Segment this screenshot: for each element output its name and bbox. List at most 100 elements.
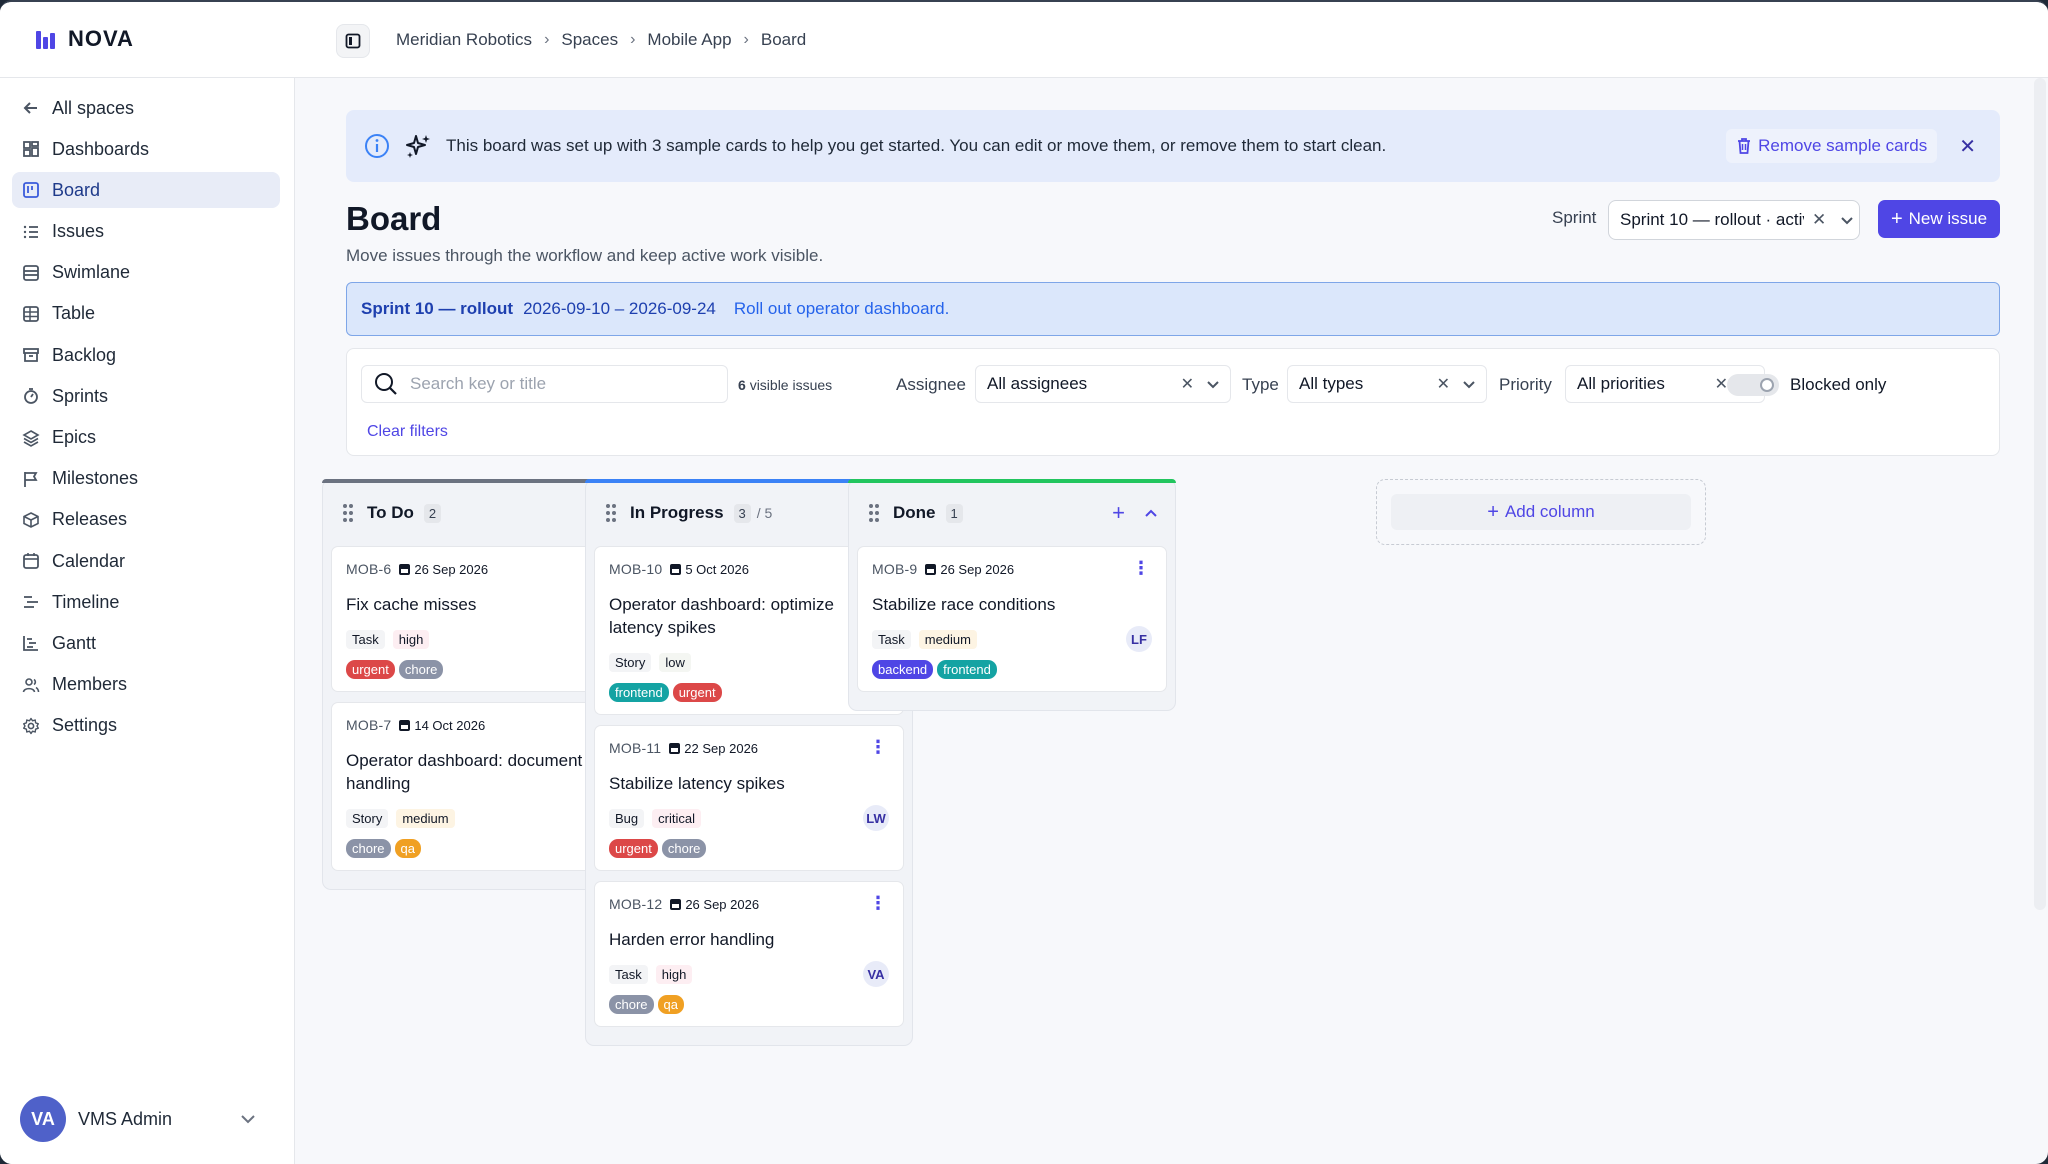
type-filter-select[interactable]: All types ✕ xyxy=(1287,365,1487,403)
sidebar: All spaces Dashboards Board Issues Swimlane T… xyxy=(0,78,295,1164)
gear-icon xyxy=(22,717,40,735)
issue-card[interactable]: MOB-11 22 Sep 2026 ⋮ Stabilize latency spik… xyxy=(594,725,904,871)
table-icon xyxy=(22,305,40,323)
drag-handle-icon[interactable] xyxy=(604,502,618,524)
label-list: urgent chore xyxy=(609,839,889,858)
sidebar-item-sprints[interactable]: Sprints xyxy=(12,378,280,414)
sidebar-item-all-spaces[interactable]: All spaces xyxy=(12,90,280,126)
package-icon xyxy=(22,511,40,529)
page-title: Board xyxy=(346,200,442,237)
chevron-down-icon[interactable] xyxy=(1840,213,1854,227)
due-date: 26 Sep 2026 xyxy=(670,897,759,912)
visible-count-number: 6 xyxy=(738,377,746,393)
close-icon[interactable]: ✕ xyxy=(1959,134,1976,159)
sidebar-item-table[interactable]: Table xyxy=(12,296,280,332)
sidebar-item-timeline[interactable]: Timeline xyxy=(12,584,280,620)
main-content: This board was set up with 3 sample card… xyxy=(296,78,2036,1164)
breadcrumb-item-space[interactable]: Mobile App xyxy=(647,30,731,50)
new-issue-button[interactable]: + New issue xyxy=(1878,200,2000,238)
column-title: Done xyxy=(893,503,936,522)
issue-key: MOB-12 xyxy=(609,896,663,912)
user-name: VMS Admin xyxy=(78,1108,173,1129)
label-chip: urgent xyxy=(672,683,722,702)
add-card-icon[interactable]: + xyxy=(1112,500,1125,526)
drag-handle-icon[interactable] xyxy=(867,502,881,524)
collapse-chevron-up-icon[interactable] xyxy=(1143,500,1159,526)
blocked-only-label: Blocked only xyxy=(1790,375,1887,394)
brand[interactable]: NOVA xyxy=(34,26,134,52)
search-input[interactable] xyxy=(410,374,710,394)
avatar: VA xyxy=(20,1096,66,1142)
sprint-dates: 2026-09-10 – 2026-09-24 xyxy=(523,299,716,318)
column-count: 3 xyxy=(733,503,751,523)
sprint-select[interactable]: Sprint 10 — rollout · active ✕ xyxy=(1608,200,1860,240)
plus-icon: + xyxy=(1487,501,1499,523)
sidebar-item-gantt[interactable]: Gantt xyxy=(12,625,280,661)
more-vertical-icon[interactable]: ⋮ xyxy=(1132,559,1150,577)
clear-icon[interactable]: ✕ xyxy=(1181,374,1194,394)
sidebar-item-members[interactable]: Members xyxy=(12,667,280,703)
issue-type-badge: Story xyxy=(609,652,652,672)
clear-filters-link[interactable]: Clear filters xyxy=(367,423,448,441)
due-date-text: 14 Oct 2026 xyxy=(414,717,486,733)
search-box[interactable] xyxy=(361,365,728,403)
sidebar-toggle-button[interactable] xyxy=(336,24,370,58)
add-column-label: Add column xyxy=(1504,502,1595,521)
sidebar-item-swimlane[interactable]: Swimlane xyxy=(12,255,280,291)
sidebar-item-epics[interactable]: Epics xyxy=(12,420,280,456)
assignee-avatar[interactable]: LF xyxy=(1126,626,1152,652)
assignee-filter-value: All assignees xyxy=(987,374,1088,393)
sidebar-item-label: Settings xyxy=(52,715,118,736)
sprint-goal: Roll out operator dashboard. xyxy=(733,299,950,318)
breadcrumb-item-org[interactable]: Meridian Robotics xyxy=(396,30,532,50)
clear-icon[interactable]: ✕ xyxy=(1715,374,1728,394)
chevron-down-icon[interactable] xyxy=(239,1110,257,1128)
issue-key: MOB-10 xyxy=(609,561,663,577)
sidebar-item-backlog[interactable]: Backlog xyxy=(12,337,280,373)
assignee-avatar[interactable]: LW xyxy=(863,805,889,831)
issue-card[interactable]: MOB-9 26 Sep 2026 ⋮ Stabilize race conditio… xyxy=(857,546,1167,692)
chevron-down-icon[interactable] xyxy=(1206,377,1220,391)
sidebar-item-calendar[interactable]: Calendar xyxy=(12,543,280,579)
sidebar-item-dashboards[interactable]: Dashboards xyxy=(12,131,280,167)
dashboard-icon xyxy=(22,140,40,158)
add-column-button[interactable]: + Add column xyxy=(1391,494,1691,530)
breadcrumb-item-spaces[interactable]: Spaces xyxy=(561,30,618,50)
column-count: 1 xyxy=(945,503,963,523)
sidebar-item-label: Milestones xyxy=(52,468,139,489)
label-chip: chore xyxy=(398,660,444,679)
chevron-down-icon[interactable] xyxy=(1462,377,1476,391)
priority-badge: high xyxy=(655,964,693,984)
sidebar-item-issues[interactable]: Issues xyxy=(12,214,280,250)
sidebar-item-label: Members xyxy=(52,674,128,695)
sidebar-item-settings[interactable]: Settings xyxy=(12,708,280,744)
blocked-only-toggle[interactable] xyxy=(1727,374,1779,396)
remove-sample-cards-button[interactable]: Remove sample cards xyxy=(1726,129,1938,163)
column-wip-limit: / 5 xyxy=(756,505,773,521)
more-vertical-icon[interactable]: ⋮ xyxy=(869,894,887,912)
app-window: NOVA Meridian Robotics › Spaces › Mobile… xyxy=(0,0,2048,1164)
sidebar-item-label: Epics xyxy=(52,427,97,447)
clear-icon[interactable]: ✕ xyxy=(1437,374,1450,394)
issue-title: Fix cache misses xyxy=(346,595,477,614)
sidebar-item-releases[interactable]: Releases xyxy=(12,502,280,538)
sidebar-item-milestones[interactable]: Milestones xyxy=(12,461,280,497)
issue-card[interactable]: MOB-12 26 Sep 2026 ⋮ Harden error handling T… xyxy=(594,881,904,1027)
page-scrollbar[interactable] xyxy=(2034,78,2046,910)
calendar-icon xyxy=(670,898,682,910)
sparkles-icon xyxy=(406,135,430,158)
due-date-text: 22 Sep 2026 xyxy=(684,740,759,756)
due-date: 14 Oct 2026 xyxy=(399,718,485,733)
label-list: chore qa xyxy=(609,995,889,1014)
assignee-filter-label: Assignee xyxy=(896,375,966,394)
issue-type-badge: Task xyxy=(609,964,648,984)
assignee-filter-select[interactable]: All assignees ✕ xyxy=(975,365,1231,403)
drag-handle-icon[interactable] xyxy=(341,502,355,524)
label-chip: qa xyxy=(657,995,684,1014)
user-menu[interactable]: VA VMS Admin xyxy=(20,1094,275,1144)
clear-icon[interactable]: ✕ xyxy=(1812,210,1826,230)
more-vertical-icon[interactable]: ⋮ xyxy=(869,738,887,756)
sidebar-item-board[interactable]: Board xyxy=(12,172,280,209)
assignee-avatar[interactable]: VA xyxy=(863,961,889,987)
label-list: chore qa xyxy=(346,839,626,858)
